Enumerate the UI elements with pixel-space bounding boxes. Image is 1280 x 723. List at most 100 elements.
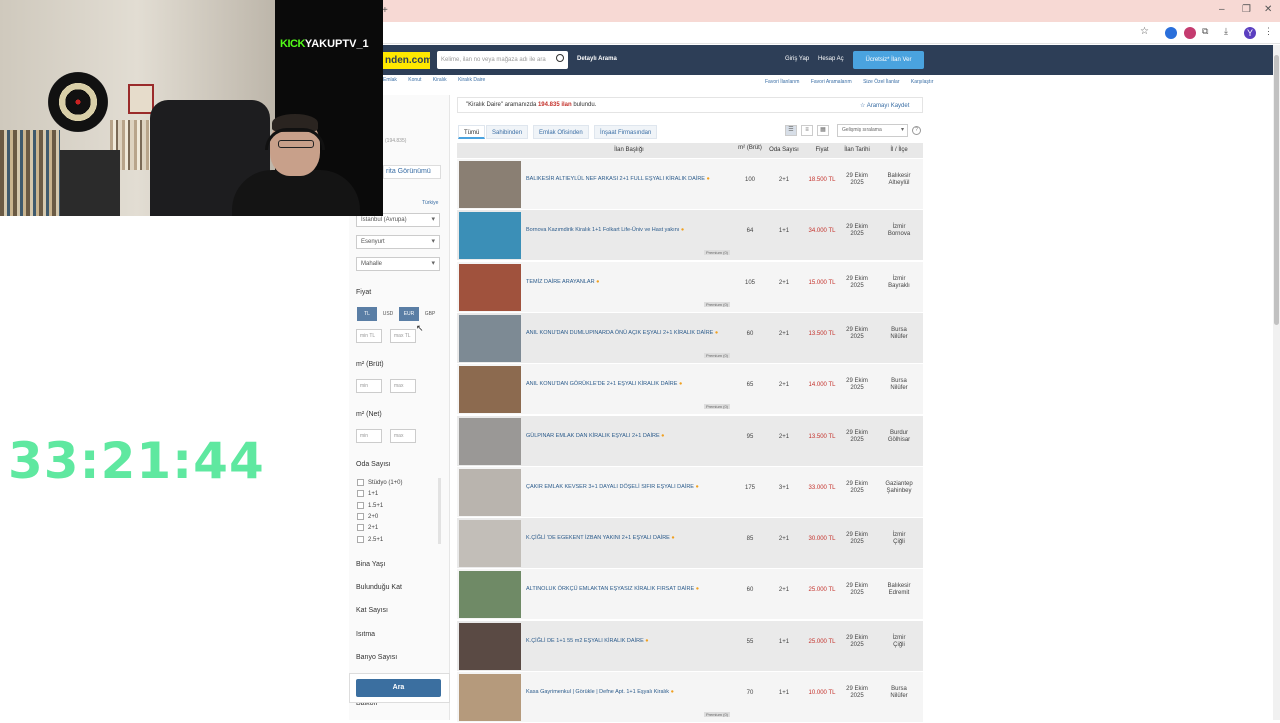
building-age-filter[interactable]: Bina Yaşı — [356, 561, 385, 568]
table-row[interactable]: BALIKESİR ALTIEYLÜL NEF ARKASI 2+1 FULL … — [457, 159, 923, 210]
listing-title[interactable]: ANIL KONU'DAN GÖRÜKLE'DE 2+1 EŞYALI KİRA… — [526, 380, 734, 388]
col-rooms[interactable]: Oda Sayısı — [763, 143, 805, 158]
listing-title[interactable]: K.ÇİĞLİ 'DE EGEKENT İZBAN YAKINI 2+1 EŞY… — [526, 534, 734, 542]
room-checkbox[interactable]: 1.5+1 — [357, 502, 383, 509]
star-icon[interactable]: ☆ — [1140, 26, 1149, 37]
close-window-button[interactable]: ✕ — [1264, 4, 1272, 15]
listing-photo[interactable] — [459, 366, 521, 414]
listing-photo[interactable] — [459, 263, 521, 311]
neighborhood-select[interactable]: Mahalle — [356, 257, 440, 271]
detail-view-icon[interactable]: ≡ — [801, 125, 813, 136]
page-scrollbar-thumb[interactable] — [1274, 55, 1279, 325]
listing-photo[interactable] — [459, 212, 521, 260]
favorite-searches-link[interactable]: Favori Aramalarım — [811, 79, 852, 85]
listing-photo[interactable] — [459, 622, 521, 670]
m2-net-min-input[interactable]: min — [356, 429, 382, 443]
login-link[interactable]: Giriş Yap — [785, 56, 809, 62]
tab-owner[interactable]: Sahibinden — [486, 125, 529, 139]
rooms-scrollbar[interactable] — [438, 478, 441, 544]
table-row[interactable]: K.ÇİĞLİ 'DE EGEKENT İZBAN YAKINI 2+1 EŞY… — [457, 518, 923, 570]
breadcrumb-item[interactable]: Kiralık — [433, 77, 447, 83]
breadcrumb-item[interactable]: Kiralık Daire — [458, 77, 485, 83]
heating-filter[interactable]: Isıtma — [356, 631, 375, 638]
district-select[interactable]: Esenyurt — [356, 235, 440, 249]
listing-title[interactable]: K.ÇİĞLİ DE 1+1 55 m2 EŞYALI KİRALIK DAİR… — [526, 637, 734, 645]
maximize-button[interactable]: ❐ — [1242, 4, 1251, 15]
listing-photo[interactable] — [459, 571, 521, 619]
detailed-search-link[interactable]: Detaylı Arama — [577, 56, 617, 62]
listing-title[interactable]: TEMİZ DAİRE ARAYANLAR ● — [526, 278, 734, 286]
price-min-input[interactable]: min TL — [356, 329, 382, 343]
col-location[interactable]: İl / İlçe — [875, 143, 923, 158]
listing-photo[interactable] — [459, 520, 521, 568]
floor-filter[interactable]: Bulunduğu Kat — [356, 584, 402, 591]
listing-title[interactable]: ANIL KONU'DAN DUMLUPINARDA ÖNÜ AÇIK EŞYA… — [526, 329, 734, 337]
bathroom-filter[interactable]: Banyo Sayısı — [356, 654, 397, 661]
table-row[interactable]: GÜLPINAR EMLAK DAN KİRALIK EŞYALI 2+1 DA… — [457, 415, 923, 467]
breadcrumb-item[interactable]: Konut — [408, 77, 421, 83]
floor-count-filter[interactable]: Kat Sayısı — [356, 607, 388, 614]
listing-title[interactable]: Bornova Kazımdirik Kiralık 1+1 Folkart L… — [526, 226, 734, 234]
table-row[interactable]: K.ÇİĞLİ DE 1+1 55 m2 EŞYALI KİRALIK DAİR… — [457, 620, 923, 672]
table-row[interactable]: TEMİZ DAİRE ARAYANLAR ● Premium (0) 105 2+1… — [457, 261, 923, 313]
list-view-icon[interactable]: ☰ — [785, 125, 797, 136]
profile-avatar[interactable]: Y — [1244, 27, 1256, 39]
tab-builder[interactable]: İnşaat Firmasından — [594, 125, 658, 139]
room-checkbox[interactable]: 2.5+1 — [357, 536, 383, 543]
room-checkbox[interactable]: 1+1 — [357, 490, 378, 497]
room-checkbox[interactable]: 2+1 — [357, 524, 378, 531]
map-view-button[interactable]: rita Görünümü — [383, 165, 441, 179]
search-input[interactable]: Kelime, ilan no veya mağaza adı ile ara — [437, 51, 568, 69]
listing-photo[interactable] — [459, 468, 521, 516]
currency-eur[interactable]: EUR — [399, 307, 419, 321]
site-logo[interactable]: nden.com — [383, 52, 432, 69]
search-button[interactable]: Ara — [356, 679, 441, 697]
register-link[interactable]: Hesap Aç — [818, 56, 844, 62]
info-icon[interactable]: ? — [912, 126, 921, 135]
table-row[interactable]: ÇAKIR EMLAK KEVSER 3+1 DAYALI DÖŞELİ SIF… — [457, 466, 923, 518]
col-m2[interactable]: m² (Brüt) — [737, 145, 763, 151]
currency-usd[interactable]: USD — [378, 307, 398, 321]
post-ad-button[interactable]: Ücretsiz* İlan Ver — [853, 51, 924, 69]
m2-gross-max-input[interactable]: max — [390, 379, 416, 393]
favorite-listings-link[interactable]: Favori İlanlarım — [765, 79, 799, 85]
minimize-button[interactable]: – — [1219, 4, 1225, 15]
table-row[interactable]: ANIL KONU'DAN GÖRÜKLE'DE 2+1 EŞYALI KİRA… — [457, 364, 923, 416]
listing-photo[interactable] — [459, 314, 521, 362]
puzzle-icon[interactable]: ⧉ — [1202, 26, 1208, 37]
tab-agency[interactable]: Emlak Ofisinden — [533, 125, 589, 139]
download-icon[interactable]: ⤓ — [1224, 26, 1228, 37]
special-listings-link[interactable]: Size Özel İlanlar — [863, 79, 899, 85]
room-checkbox[interactable]: 2+0 — [357, 513, 378, 520]
table-row[interactable]: Kasa Gayrimenkul | Görükle | Defne Apt. … — [457, 672, 923, 723]
listing-title[interactable]: Kasa Gayrimenkul | Görükle | Defne Apt. … — [526, 688, 734, 696]
compare-link[interactable]: Karşılaştır — [911, 79, 934, 85]
listing-title[interactable]: BALIKESİR ALTIEYLÜL NEF ARKASI 2+1 FULL … — [526, 175, 734, 183]
currency-tl[interactable]: TL — [357, 307, 377, 321]
m2-gross-min-input[interactable]: min — [356, 379, 382, 393]
currency-gbp[interactable]: GBP — [420, 307, 440, 321]
save-search-link[interactable]: ☆ Aramayı Kaydet — [860, 102, 909, 109]
m2-net-max-input[interactable]: max — [390, 429, 416, 443]
listing-photo[interactable] — [459, 161, 521, 208]
col-title[interactable]: İlan Başlığı — [523, 143, 735, 158]
tab-all[interactable]: Tümü — [458, 125, 486, 139]
col-price[interactable]: Fiyat — [805, 143, 839, 158]
listing-photo[interactable] — [459, 674, 521, 721]
menu-icon[interactable]: ⋮ — [1264, 26, 1273, 37]
listing-photo[interactable] — [459, 417, 521, 465]
price-max-input[interactable]: max TL — [390, 329, 416, 343]
table-row[interactable]: Bornova Kazımdirik Kiralık 1+1 Folkart L… — [457, 210, 923, 262]
grid-view-icon[interactable]: ▦ — [817, 125, 829, 136]
table-row[interactable]: ANIL KONU'DAN DUMLUPINARDA ÖNÜ AÇIK EŞYA… — [457, 312, 923, 364]
extension-icon-2[interactable] — [1184, 27, 1196, 39]
table-row[interactable]: ALTINOLUK ÖRKÇÜ EMLAKTAN EŞYASIZ KİRALIK… — [457, 569, 923, 621]
col-date[interactable]: İlan Tarihi — [839, 143, 875, 158]
breadcrumb-item[interactable]: Emlak — [383, 77, 397, 83]
extension-icon[interactable] — [1165, 27, 1177, 39]
listing-title[interactable]: ALTINOLUK ÖRKÇÜ EMLAKTAN EŞYASIZ KİRALIK… — [526, 585, 734, 593]
listing-title[interactable]: GÜLPINAR EMLAK DAN KİRALIK EŞYALI 2+1 DA… — [526, 432, 734, 440]
room-checkbox[interactable]: Stüdyo (1+0) — [357, 479, 403, 486]
sort-select[interactable]: Gelişmiş sıralama — [837, 124, 908, 137]
country-link[interactable]: Türkiye — [422, 200, 438, 206]
